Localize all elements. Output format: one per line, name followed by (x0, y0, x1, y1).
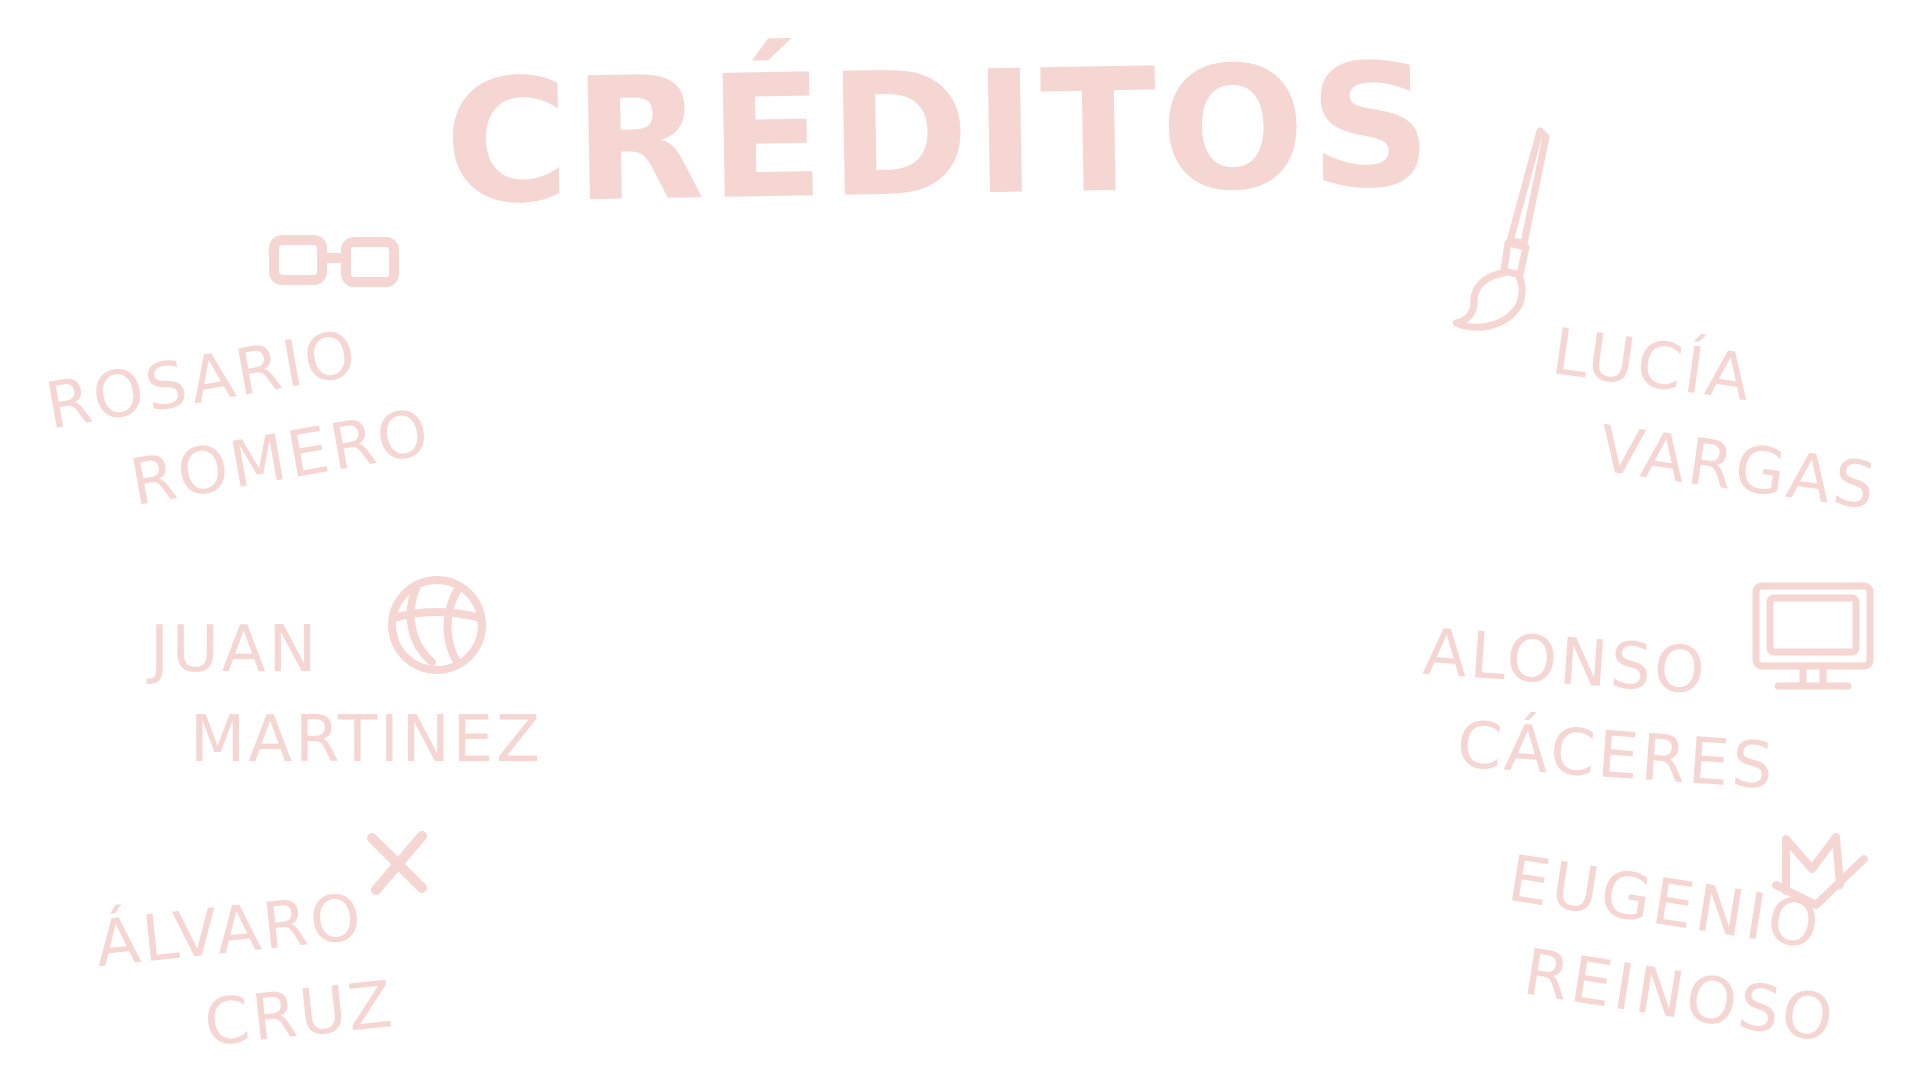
glasses-icon (269, 235, 399, 287)
credit-juan-martinez: JUAN MARTINEZ (150, 605, 543, 785)
credit-first-name: JUAN (150, 613, 320, 687)
credits-title: CRÉDITOS (442, 27, 1438, 243)
credit-lucia-vargas: LUCÍA VARGAS (1534, 307, 1896, 533)
credit-alvaro-cruz: ÁLVARO CRUZ (91, 870, 399, 1079)
credit-rosario-romero: ROSARIO ROMERO (39, 299, 438, 541)
paintbrush-icon (1452, 127, 1550, 331)
credit-alonso-caceres: ALONSO CÁCERES (1414, 608, 1785, 813)
icon-glasses (262, 228, 402, 298)
icon-paintbrush (1448, 125, 1558, 335)
credit-last-name: MARTINEZ (190, 703, 543, 777)
